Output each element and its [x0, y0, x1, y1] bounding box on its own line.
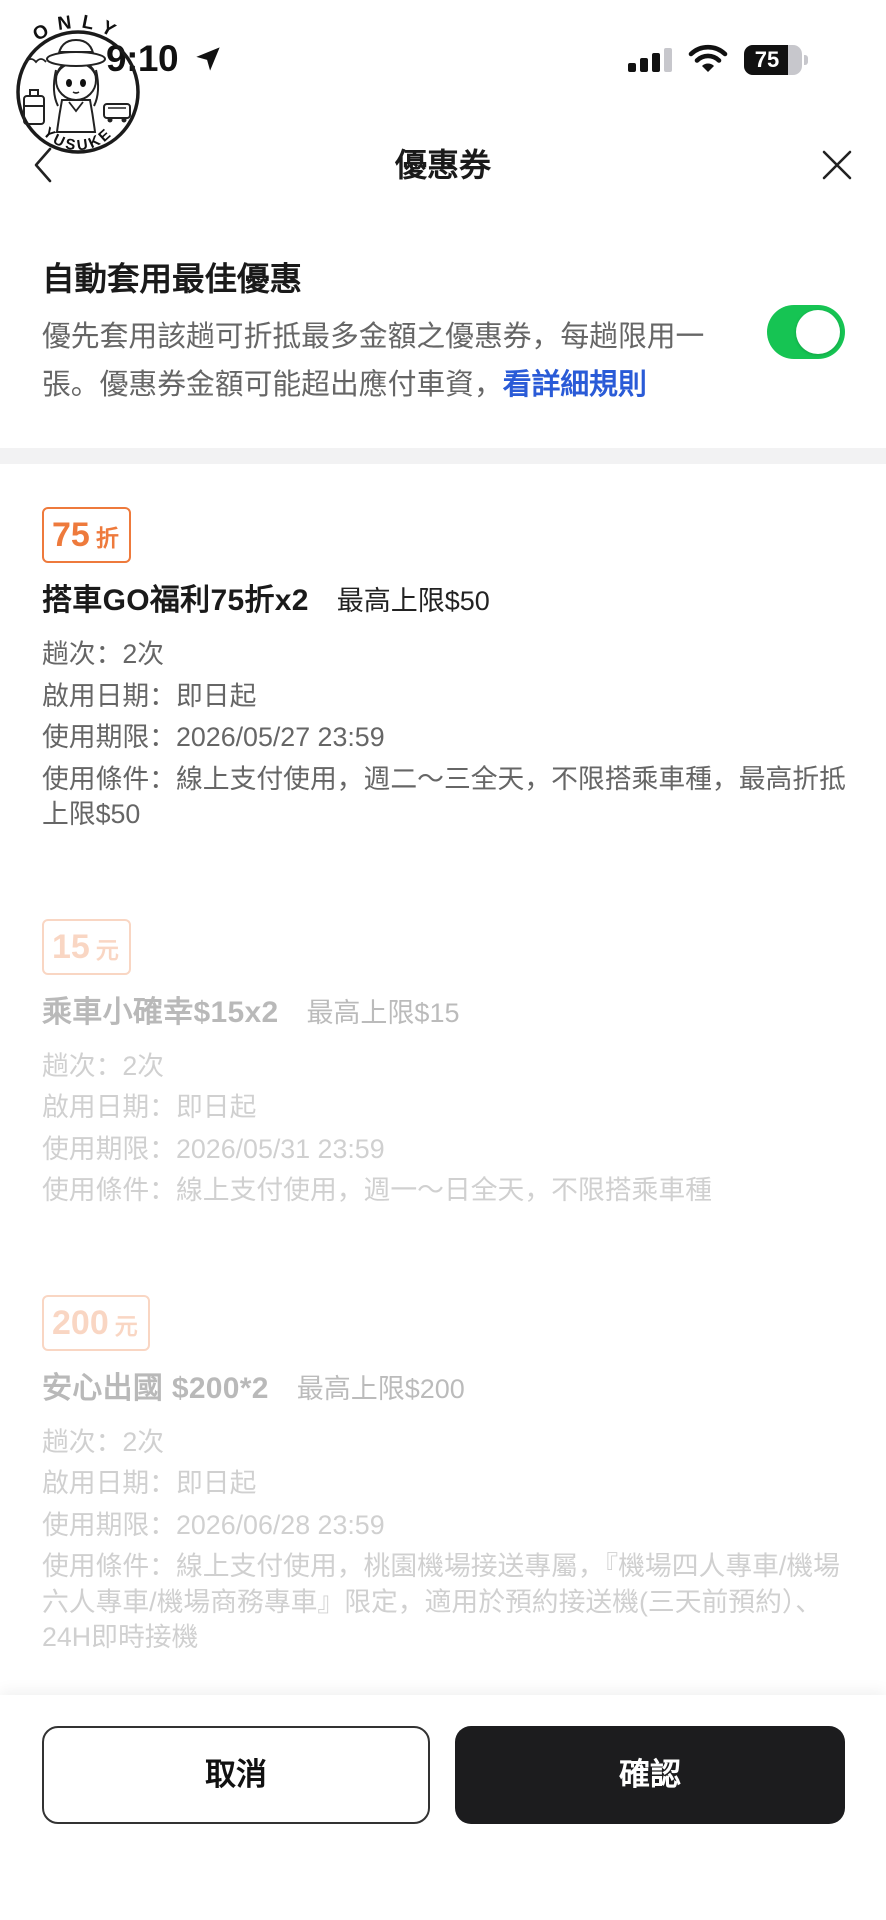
- coupon-expiry: 使用期限：2026/05/31 23:59: [42, 1133, 385, 1164]
- coupon-screen: 9:10 75 ONLY YUSUKE 優惠券 自動套用最佳優惠 優先套用該趟可…: [0, 0, 886, 1920]
- auto-apply-title: 自動套用最佳優惠: [42, 261, 303, 297]
- coupon-card[interactable]: 15 元 乘車小確幸$15x2 最高上限$15 趟次：2次 啟用日期：即日起 使用期…: [42, 918, 850, 1209]
- coupon-title-row: 乘車小確幸$15x2 最高上限$15: [42, 993, 850, 1033]
- battery-nub: [804, 55, 808, 65]
- section-divider: [0, 448, 886, 464]
- coupon-list: 75 折 搭車GO福利75折x2 最高上限$50 趟次：2次 啟用日期：即日起 使用…: [0, 464, 886, 1742]
- header: 優惠券: [0, 120, 886, 210]
- coupon-badge: 15 元: [42, 918, 131, 975]
- confirm-button[interactable]: 確認: [455, 1726, 845, 1824]
- coupon-limit: 最高上限$200: [296, 1373, 465, 1404]
- rules-link[interactable]: 看詳細規則: [503, 369, 647, 401]
- coupon-name: 乘車小確幸$15x2: [42, 995, 279, 1029]
- footer-action-bar: 取消 確認: [0, 1695, 886, 1920]
- coupon-conditions: 使用條件：線上支付使用，桃園機場接送專屬，『機場四人專車/機場六人專車/機場商務…: [42, 1551, 840, 1652]
- battery-icon: 75: [744, 45, 810, 75]
- coupon-badge-value: 200: [52, 1303, 109, 1342]
- chevron-left-icon: [34, 147, 52, 183]
- coupon-start-date: 啟用日期：即日起: [42, 1092, 257, 1122]
- signal-bar: [664, 48, 672, 72]
- close-icon: [822, 150, 852, 180]
- battery-body: 75: [744, 45, 802, 75]
- coupon-conditions: 使用條件：線上支付使用，週一～日全天，不限搭乘車種: [42, 1175, 712, 1205]
- coupon-details: 趟次：2次 啟用日期：即日起 使用期限：2026/05/27 23:59 使用條…: [42, 637, 850, 833]
- coupon-trips: 趟次：2次: [42, 1426, 165, 1457]
- coupon-limit: 最高上限$50: [336, 586, 490, 616]
- back-button[interactable]: [28, 145, 58, 185]
- coupon-card[interactable]: 75 折 搭車GO福利75折x2 最高上限$50 趟次：2次 啟用日期：即日起 使用…: [42, 507, 850, 833]
- coupon-trips: 趟次：2次: [42, 639, 165, 669]
- coupon-name: 安心出國 $200*2: [42, 1371, 269, 1405]
- battery-percent: 75: [754, 47, 780, 72]
- coupon-start-date: 啟用日期：即日起: [42, 1468, 257, 1498]
- coupon-expiry: 使用期限：2026/05/27 23:59: [42, 722, 385, 752]
- coupon-name: 搭車GO福利75折x2: [42, 584, 309, 617]
- coupon-trips: 趟次：2次: [42, 1050, 165, 1081]
- coupon-details: 趟次：2次 啟用日期：即日起 使用期限：2026/05/31 23:59 使用條…: [42, 1049, 850, 1209]
- coupon-badge-value: 75: [52, 516, 90, 554]
- coupon-expiry: 使用期限：2026/06/28 23:59: [42, 1509, 385, 1540]
- toggle-knob: [796, 310, 840, 354]
- coupon-limit: 最高上限$15: [306, 997, 460, 1028]
- coupon-badge-unit: 折: [95, 525, 119, 551]
- location-arrow-icon: [196, 47, 220, 71]
- page-title: 優惠券: [394, 147, 491, 183]
- coupon-title-row: 搭車GO福利75折x2 最高上限$50: [42, 581, 850, 621]
- wifi-icon: [688, 44, 728, 72]
- status-time: 9:10: [106, 38, 179, 79]
- coupon-details: 趟次：2次 啟用日期：即日起 使用期限：2026/06/28 23:59 使用條…: [42, 1425, 850, 1656]
- signal-bar: [652, 53, 660, 72]
- auto-apply-toggle[interactable]: [767, 305, 845, 359]
- coupon-start-date: 啟用日期：即日起: [42, 680, 257, 711]
- status-bar: 9:10 75: [0, 0, 886, 110]
- coupon-title-row: 安心出國 $200*2 最高上限$200: [42, 1369, 850, 1409]
- signal-bar: [640, 58, 648, 72]
- close-button[interactable]: [818, 146, 856, 184]
- auto-apply-section: 自動套用最佳優惠 優先套用該趟可折抵最多金額之優惠券，每趟限用一張。優惠券金額可…: [0, 257, 886, 447]
- coupon-card[interactable]: 200 元 安心出國 $200*2 最高上限$200 趟次：2次 啟用日期：即日起 …: [42, 1294, 850, 1656]
- coupon-badge-unit: 元: [95, 936, 119, 963]
- cellular-signal-icon: [628, 48, 672, 72]
- coupon-badge-value: 15: [52, 927, 90, 966]
- cancel-button[interactable]: 取消: [42, 1726, 430, 1824]
- coupon-badge: 200 元: [42, 1294, 150, 1351]
- signal-bar: [628, 63, 636, 72]
- coupon-badge: 75 折: [42, 507, 131, 563]
- coupon-badge-unit: 元: [114, 1312, 138, 1339]
- coupon-conditions: 使用條件：線上支付使用，週二～三全天，不限搭乘車種，最高折抵上限$50: [42, 763, 846, 830]
- auto-apply-description: 優先套用該趟可折抵最多金額之優惠券，每趟限用一張。優惠券金額可能超出應付車資，看…: [42, 313, 718, 409]
